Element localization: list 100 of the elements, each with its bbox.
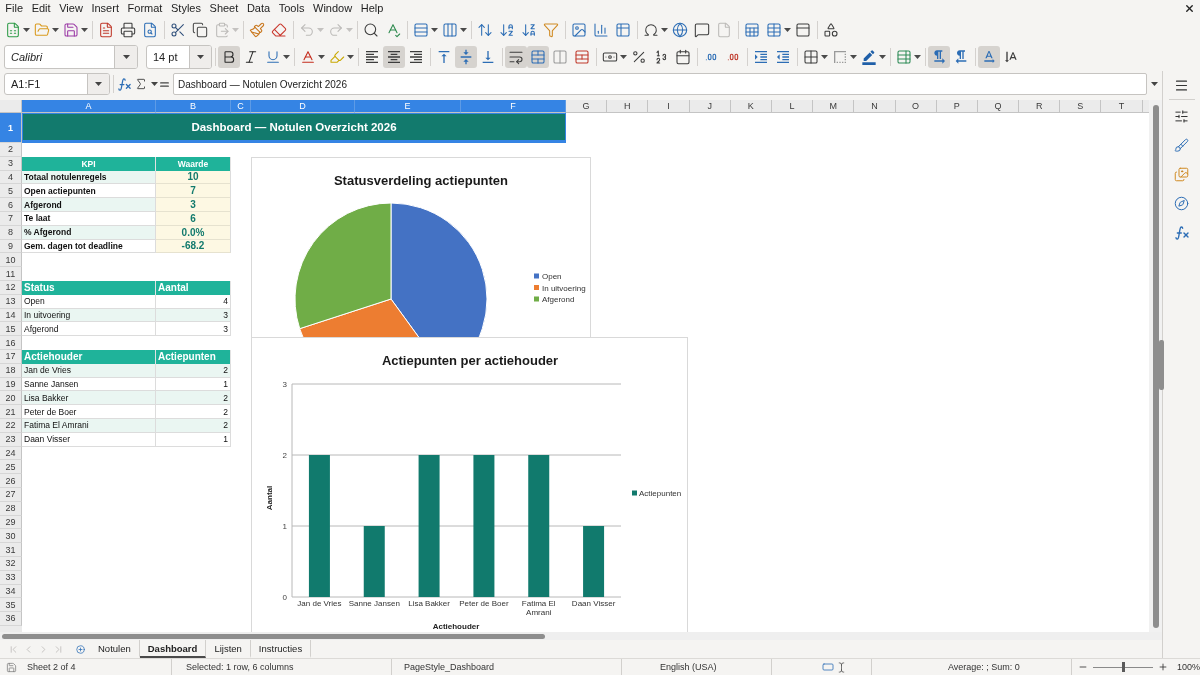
font-name-field[interactable]: Calibri — [4, 45, 138, 69]
align-top-icon — [436, 49, 452, 65]
column-header[interactable]: A — [22, 100, 156, 113]
sheet-tab[interactable]: Lijsten — [206, 640, 251, 658]
text-direction-horizontal-button[interactable] — [978, 46, 1000, 68]
menu-item[interactable]: Tools — [274, 1, 309, 16]
menu-item[interactable]: Format — [123, 1, 167, 16]
wrap-text-button[interactable] — [505, 46, 527, 68]
page-style-label: PageStyle_Dashboard — [404, 662, 495, 672]
row-header[interactable]: 6 — [0, 198, 22, 212]
align-center-icon — [386, 49, 402, 65]
column-header[interactable]: O — [895, 100, 937, 113]
sheet-tab[interactable]: Instructies — [250, 640, 312, 658]
column-header[interactable]: M — [813, 100, 855, 113]
merge-and-center-button[interactable] — [527, 46, 549, 68]
caret-icon — [346, 28, 353, 32]
column-header[interactable]: Q — [977, 100, 1020, 113]
close-button[interactable] — [1184, 3, 1195, 14]
row-header[interactable]: 10 — [0, 253, 22, 268]
vertical-scrollbar[interactable] — [1149, 100, 1162, 632]
axis-title: Actiehouder — [432, 622, 480, 631]
search-icon — [363, 22, 379, 38]
menu-item[interactable]: Window — [308, 1, 357, 16]
column-header[interactable]: H — [607, 100, 649, 113]
left-to-right-button[interactable] — [928, 46, 950, 68]
zoom-slider-thumb[interactable] — [1121, 662, 1125, 672]
dropdown-button[interactable] — [87, 74, 109, 94]
printer-icon — [120, 22, 136, 38]
column-header[interactable]: E — [355, 100, 461, 113]
horizontal-scrollbar[interactable] — [0, 632, 1162, 640]
column-header[interactable]: J — [689, 100, 731, 113]
align-middle-button[interactable] — [455, 46, 477, 68]
table-cell: Lisa Bakker — [22, 391, 156, 406]
column-header[interactable]: T — [1101, 100, 1143, 113]
row-header[interactable]: 20 — [0, 391, 22, 406]
column-header[interactable]: C — [231, 100, 251, 113]
menu-item[interactable]: Help — [356, 1, 388, 16]
scrollbar-thumb[interactable] — [2, 633, 545, 639]
menu-icon — [1174, 77, 1189, 93]
sheet-tab[interactable]: Notulen — [90, 640, 140, 658]
sidebar-handle[interactable] — [1159, 340, 1164, 390]
legend-swatch-icon — [534, 273, 539, 279]
text-cursor-icon — [836, 661, 847, 673]
column-header[interactable]: L — [771, 100, 814, 113]
menu-item[interactable]: Edit — [27, 1, 55, 16]
row-header[interactable]: 30 — [0, 529, 22, 544]
row-header[interactable]: 21 — [0, 405, 22, 419]
menu-item[interactable]: Sheet — [205, 1, 243, 16]
align-center-button[interactable] — [383, 46, 405, 68]
sort-descending-icon — [521, 22, 537, 38]
menu-item[interactable]: File — [1, 1, 28, 16]
funnel-icon — [543, 22, 559, 38]
row-header[interactable]: 35 — [0, 598, 22, 613]
column-header[interactable]: N — [854, 100, 896, 113]
column-header[interactable]: K — [730, 100, 772, 113]
caret-icon — [879, 55, 886, 59]
caret-icon — [197, 55, 204, 59]
dropdown-button[interactable] — [114, 46, 137, 68]
shapes-icon — [823, 22, 839, 38]
row-header[interactable]: 31 — [0, 543, 22, 557]
column-header[interactable]: S — [1060, 100, 1102, 113]
formula-input-field[interactable]: Dashboard — Notulen Overzicht 2026 — [173, 73, 1147, 95]
column-header[interactable]: I — [648, 100, 690, 113]
row-header[interactable]: 26 — [0, 474, 22, 488]
scrollbar-thumb[interactable] — [1152, 105, 1159, 628]
font-size-field[interactable]: 14 pt — [146, 45, 212, 69]
column-header[interactable]: G — [566, 100, 608, 113]
bold-button[interactable] — [218, 46, 240, 68]
zoom-in-button[interactable] — [1157, 661, 1169, 673]
row-header[interactable]: 16 — [0, 336, 22, 350]
name-box-field[interactable]: A1:F1 — [4, 73, 110, 95]
row-header[interactable]: 11 — [0, 267, 22, 281]
align-bottom-icon — [480, 49, 496, 65]
column-header[interactable]: D — [251, 100, 355, 113]
sum-label: Average: ; Sum: 0 — [948, 662, 1020, 672]
plus-circle-icon — [75, 644, 85, 654]
brush-icon — [1174, 138, 1189, 153]
sort-ascending-icon — [499, 22, 515, 38]
row-header[interactable]: 25 — [0, 460, 22, 475]
column-header[interactable]: B — [156, 100, 231, 113]
dropdown-button[interactable] — [189, 46, 211, 68]
column-header[interactable]: R — [1019, 100, 1061, 113]
axis-category-label: Lisa Bakker — [408, 599, 450, 608]
row-header[interactable]: 2 — [0, 143, 22, 157]
sheet-tab[interactable]: Dashboard — [139, 640, 207, 658]
highlighter-icon — [329, 49, 345, 65]
italic-icon — [243, 49, 259, 65]
menu-item[interactable]: Insert — [87, 1, 124, 16]
indent-decrease-icon — [775, 49, 791, 65]
row-header[interactable]: 15 — [0, 322, 22, 337]
percent-icon — [631, 49, 647, 65]
axis-tick-label: 0 — [282, 593, 287, 602]
column-header[interactable]: P — [936, 100, 978, 113]
menu-item[interactable]: Styles — [166, 1, 206, 16]
row-header[interactable]: 36 — [0, 612, 22, 626]
menu-item[interactable]: View — [54, 1, 88, 16]
column-header[interactable]: F — [461, 100, 566, 113]
row-header[interactable]: 1 — [0, 113, 22, 143]
row-header[interactable]: 5 — [0, 184, 22, 199]
menu-item[interactable]: Data — [242, 1, 275, 16]
